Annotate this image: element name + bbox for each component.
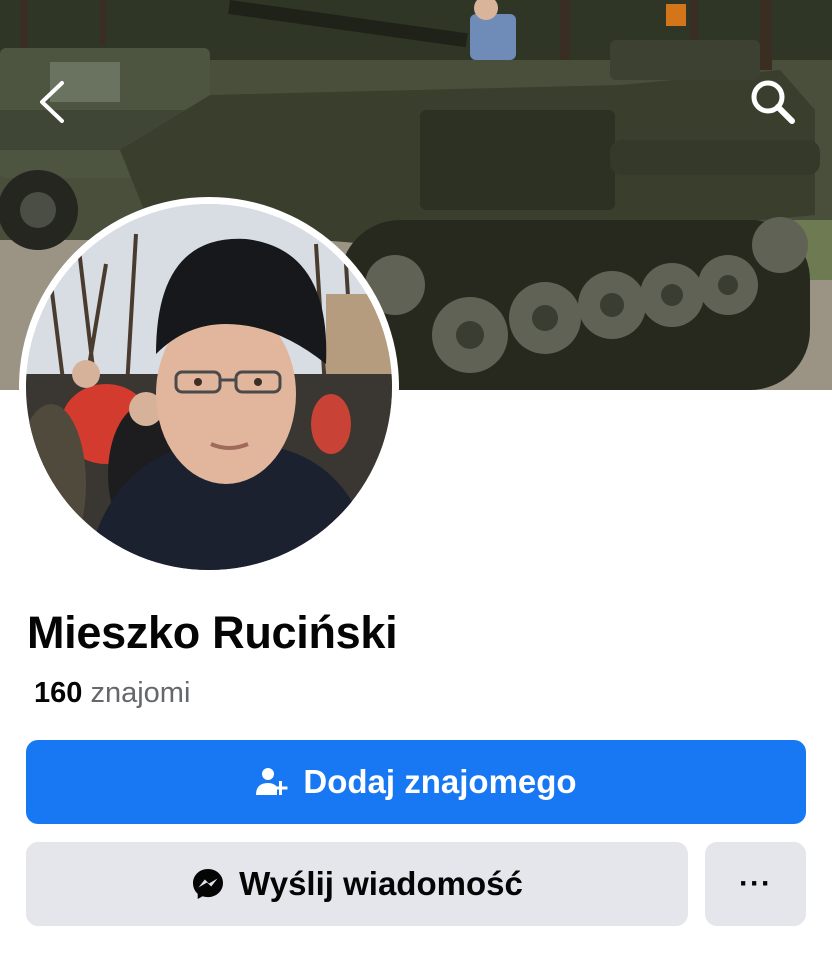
add-person-icon [255, 765, 289, 799]
chevron-left-icon [40, 81, 64, 123]
friends-count-number: 160 [34, 677, 83, 709]
more-options-icon: ··· [739, 867, 772, 900]
send-message-label: Wyślij wiadomość [239, 865, 523, 902]
profile-picture[interactable] [19, 197, 399, 577]
back-button[interactable] [22, 72, 82, 132]
search-icon [751, 80, 795, 124]
friends-count-label: znajomi [90, 677, 191, 709]
search-button[interactable] [740, 72, 806, 132]
add-friend-button[interactable]: Dodaj znajomego [26, 740, 806, 824]
add-friend-label: Dodaj znajomego [303, 763, 577, 800]
friends-count[interactable]: 160 znajomi [34, 677, 190, 710]
send-message-button[interactable]: Wyślij wiadomość [26, 842, 688, 926]
profile-name: Mieszko Ruciński [27, 607, 398, 658]
more-options-button[interactable]: ··· [705, 842, 806, 926]
profile-picture-image [26, 204, 392, 570]
messenger-icon [191, 867, 225, 901]
